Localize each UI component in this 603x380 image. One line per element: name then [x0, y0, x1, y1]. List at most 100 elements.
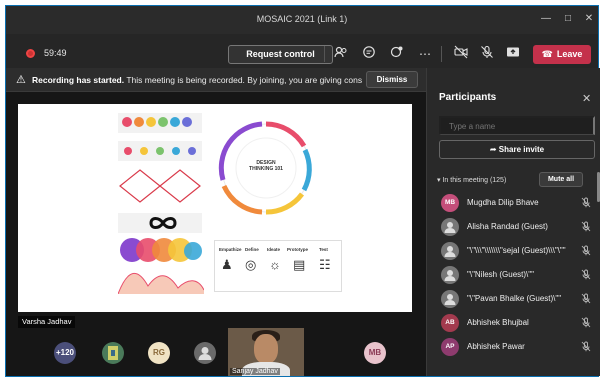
- phase-label: Empathize: [219, 247, 242, 252]
- participant-video[interactable]: Sanjay Jadhav: [228, 328, 304, 376]
- more-icon[interactable]: ⋯: [416, 45, 434, 63]
- mic-muted-icon[interactable]: [581, 317, 591, 330]
- panel-title: Participants: [439, 92, 497, 103]
- participant-avatar: AP: [441, 338, 459, 356]
- participant-avatar-mb[interactable]: MB: [364, 342, 386, 364]
- toolbar-divider: [441, 46, 442, 62]
- chevron-down-icon: ▾: [437, 177, 441, 184]
- video-participant-name: Sanjay Jadhav: [230, 368, 280, 375]
- phase-label: Prototype: [287, 247, 309, 252]
- in-meeting-header[interactable]: ▾ In this meeting (125): [437, 176, 506, 184]
- participant-row[interactable]: "\"\\\"\\\\\\\"sejal (Guest)\\\"\"": [441, 240, 591, 262]
- panel-scrollbar[interactable]: [597, 172, 600, 202]
- recording-message-bold: Recording has started.: [32, 75, 125, 85]
- close-window-icon[interactable]: ✕: [582, 12, 596, 26]
- meeting-timer: 59:49: [44, 48, 67, 58]
- share-tray-icon[interactable]: [504, 45, 522, 63]
- participant-name: Abhishek Bhujbal: [467, 318, 529, 327]
- maximize-icon[interactable]: □: [561, 12, 575, 26]
- slide-dot: [140, 147, 148, 155]
- phone-icon: ☎: [541, 49, 553, 59]
- mic-muted-icon[interactable]: [581, 269, 591, 282]
- participant-avatar[interactable]: [102, 342, 124, 364]
- participant-avatar-rg[interactable]: RG: [148, 342, 170, 364]
- overflow-participants[interactable]: +120: [54, 342, 76, 364]
- slide-row: [76, 210, 204, 236]
- people-icon[interactable]: [332, 45, 350, 63]
- empathize-icon: ♟: [221, 257, 233, 272]
- design-thinking-ring: DESIGN THINKING 101: [214, 116, 318, 220]
- phases-box: Empathize Define Ideate Prototype Test ♟…: [214, 240, 342, 292]
- slide-dot: [146, 117, 156, 127]
- diamond-diagram: [119, 169, 201, 203]
- slide-dot: [182, 117, 192, 127]
- window-title: MOSAIC 2021 (Link 1): [256, 14, 348, 24]
- title-bar: MOSAIC 2021 (Link 1) — □ ✕: [6, 6, 598, 34]
- meeting-toolbar: 59:49 Request control ⋯ ☎ Leave: [6, 34, 598, 68]
- camera-off-icon[interactable]: [452, 45, 470, 63]
- mic-muted-icon[interactable]: [581, 341, 591, 354]
- slide-dot: [124, 147, 132, 155]
- participant-avatar: [441, 266, 459, 284]
- slide-row: [76, 110, 204, 136]
- recording-message-text: This meeting is being recorded. By joini…: [126, 75, 362, 85]
- request-control-button[interactable]: Request control: [228, 45, 333, 64]
- teams-window: MOSAIC 2021 (Link 1) — □ ✕ 59:49 Request…: [5, 5, 600, 377]
- participant-row[interactable]: "\"Pavan Bhalke (Guest)\"": [441, 288, 591, 310]
- slide-dot: [122, 117, 132, 127]
- shared-slide: DESIGN THINKING 101 Empathize Define Ide…: [18, 104, 412, 312]
- participant-name: "\"Nilesh (Guest)\"": [467, 270, 534, 279]
- minimize-icon[interactable]: —: [539, 12, 553, 26]
- dismiss-button[interactable]: Dismiss: [366, 71, 418, 88]
- ideate-icon: ☼: [269, 257, 281, 272]
- mute-all-button[interactable]: Mute all: [539, 172, 583, 187]
- chat-icon[interactable]: [360, 45, 378, 63]
- share-invite-label: Share invite: [498, 145, 545, 154]
- participant-name: Abhishek Pawar: [467, 342, 525, 351]
- meeting-stage: DESIGN THINKING 101 Empathize Define Ide…: [6, 92, 426, 376]
- recording-message: Recording has started. This meeting is b…: [32, 75, 362, 85]
- participant-row[interactable]: MB Mugdha Dilip Bhave: [441, 192, 591, 214]
- slide-row: [76, 138, 204, 164]
- slide-dot: [172, 147, 180, 155]
- slide-dot: [134, 117, 144, 127]
- video-person-face: [254, 334, 278, 364]
- participant-row[interactable]: AP Abhishek Pawar: [441, 336, 591, 358]
- participant-avatar: [441, 242, 459, 260]
- participant-row[interactable]: Alisha Randad (Guest): [441, 216, 591, 238]
- participants-panel: Participants ✕ ➦ Share invite ▾ In this …: [426, 68, 600, 376]
- participant-search-input[interactable]: [439, 116, 595, 135]
- slide-dot: [184, 242, 202, 260]
- participant-avatar[interactable]: [194, 342, 216, 364]
- mic-muted-icon[interactable]: [581, 197, 591, 210]
- ring-title: DESIGN THINKING 101: [249, 160, 283, 172]
- mic-muted-icon[interactable]: [581, 293, 591, 306]
- participant-name: "\"Pavan Bhalke (Guest)\"": [467, 294, 562, 303]
- leave-button[interactable]: ☎ Leave: [533, 45, 591, 64]
- warning-icon: ⚠: [16, 74, 26, 86]
- wave-diagram: [118, 273, 204, 294]
- mic-off-icon[interactable]: [478, 45, 496, 63]
- close-icon[interactable]: ✕: [582, 92, 591, 105]
- participant-name: Alisha Randad (Guest): [467, 222, 548, 231]
- slide-row: [76, 238, 204, 264]
- leave-label: Leave: [556, 49, 583, 59]
- test-icon: ☷: [319, 257, 331, 272]
- recording-banner: ⚠ Recording has started. This meeting is…: [6, 68, 426, 92]
- slide-dot: [158, 117, 168, 127]
- participant-avatar: AB: [441, 314, 459, 332]
- share-invite-button[interactable]: ➦ Share invite: [439, 140, 595, 159]
- slide-row: [76, 166, 204, 206]
- infinity-diagram: [149, 217, 177, 229]
- phase-label: Test: [319, 247, 328, 252]
- participant-name: Mugdha Dilip Bhave: [467, 198, 539, 207]
- participant-row[interactable]: "\"Nilesh (Guest)\"": [441, 264, 591, 286]
- toolbar-divider: [324, 46, 325, 62]
- share-icon: ➦: [489, 145, 497, 154]
- in-meeting-count: In this meeting (125): [442, 177, 507, 184]
- mic-muted-icon[interactable]: [581, 245, 591, 258]
- reactions-icon[interactable]: [388, 45, 406, 63]
- participant-avatar: MB: [441, 194, 459, 212]
- mic-muted-icon[interactable]: [581, 221, 591, 234]
- participant-row[interactable]: AB Abhishek Bhujbal: [441, 312, 591, 334]
